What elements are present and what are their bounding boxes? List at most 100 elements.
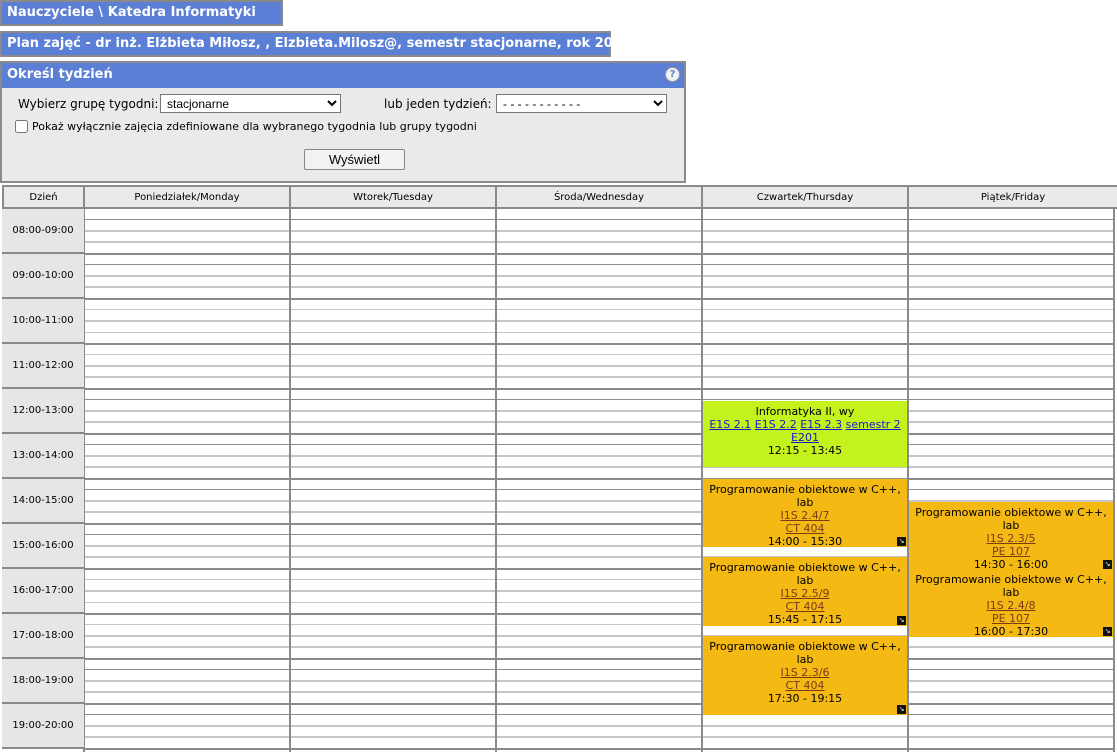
hour-separator xyxy=(497,658,701,660)
hour-separator xyxy=(291,433,495,435)
header-thursday: Czwartek/Thursday xyxy=(701,185,909,209)
group-link[interactable]: I1S 2.3/5 xyxy=(987,532,1036,545)
hour-separator xyxy=(497,388,701,390)
group-link[interactable]: E1S 2.1 xyxy=(709,418,751,431)
hour-separator xyxy=(909,253,1113,255)
hour-separator xyxy=(497,298,701,300)
hour-separator xyxy=(85,388,289,390)
hour-separator xyxy=(497,253,701,255)
time-slot-label: 14:00-15:00 xyxy=(2,479,84,524)
expand-icon[interactable]: ↘ xyxy=(897,537,906,546)
group-link[interactable]: I1S 2.3/6 xyxy=(781,666,830,679)
event-title: Programowanie obiektowe w C++, lab xyxy=(709,640,901,666)
group-link[interactable]: E1S 2.2 xyxy=(755,418,797,431)
hour-separator xyxy=(85,613,289,615)
event-cpp-lab[interactable]: Programowanie obiektowe w C++, lab I1S 2… xyxy=(703,557,907,626)
hour-separator xyxy=(291,523,495,525)
time-slot-label: 12:00-13:00 xyxy=(2,389,84,434)
group-link[interactable]: I1S 2.4/7 xyxy=(781,509,830,522)
time-slot-label: 13:00-14:00 xyxy=(2,434,84,479)
hour-separator xyxy=(703,343,907,345)
timetable: Dzień Poniedziałek/Monday Wtorek/Tuesday… xyxy=(0,185,1117,752)
day-column-friday xyxy=(907,209,1113,752)
event-cpp-lab[interactable]: Programowanie obiektowe w C++, lab I1S 2… xyxy=(909,502,1113,570)
room-link[interactable]: PE 107 xyxy=(992,545,1030,558)
group-link[interactable]: E1S 2.3 xyxy=(800,418,842,431)
hour-separator xyxy=(291,658,495,660)
breadcrumb: Nauczyciele \ Katedra Informatyki xyxy=(0,0,283,26)
hour-separator xyxy=(291,343,495,345)
event-time: 17:30 - 19:15 xyxy=(767,692,843,705)
hour-separator xyxy=(85,568,289,570)
hour-separator xyxy=(85,343,289,345)
expand-icon[interactable]: ↘ xyxy=(897,705,906,714)
room-link[interactable]: CT 404 xyxy=(786,600,825,613)
hour-separator xyxy=(497,613,701,615)
only-defined-checkbox[interactable] xyxy=(15,120,28,133)
hour-separator xyxy=(703,388,907,390)
room-link[interactable]: CT 404 xyxy=(786,679,825,692)
room-link[interactable]: CT 404 xyxy=(786,522,825,535)
panel-title: Określ tydzień xyxy=(7,67,113,82)
hour-separator xyxy=(291,253,495,255)
room-link[interactable]: PE 107 xyxy=(992,612,1030,625)
hour-separator xyxy=(909,388,1113,390)
header-monday: Poniedziałek/Monday xyxy=(83,185,291,209)
show-button[interactable]: Wyświetl xyxy=(304,149,405,170)
hour-separator xyxy=(909,703,1113,705)
time-slot-label: 11:00-12:00 xyxy=(2,344,84,389)
event-title: Informatyka II, wy xyxy=(755,405,855,418)
hour-separator xyxy=(291,478,495,480)
time-slot-label: 17:00-18:00 xyxy=(2,614,84,659)
hour-separator xyxy=(85,748,289,750)
event-cpp-lab[interactable]: Programowanie obiektowe w C++, lab I1S 2… xyxy=(703,636,907,715)
time-slot-label: 10:00-11:00 xyxy=(2,299,84,344)
room-link[interactable]: E201 xyxy=(791,431,819,444)
time-slot-label: 09:00-10:00 xyxy=(2,254,84,299)
panel-header: Określ tydzień ? xyxy=(2,63,684,88)
only-defined-label: Pokaż wyłącznie zajęcia zdefiniowane dla… xyxy=(32,120,477,133)
header-wednesday: Środa/Wednesday xyxy=(495,185,703,209)
hour-separator xyxy=(703,253,907,255)
hour-separator xyxy=(291,298,495,300)
time-slot-label: 19:00-20:00 xyxy=(2,704,84,749)
week-label: lub jeden tydzień: xyxy=(384,97,492,111)
expand-icon[interactable]: ↘ xyxy=(1103,560,1112,569)
event-time: 12:15 - 13:45 xyxy=(767,444,843,457)
week-selector-panel: Określ tydzień ? Wybierz grupę tygodni: … xyxy=(0,61,686,183)
hour-separator xyxy=(85,478,289,480)
hour-separator xyxy=(703,748,907,750)
event-title: Programowanie obiektowe w C++, lab xyxy=(915,573,1107,599)
group-link[interactable]: I1S 2.5/9 xyxy=(781,587,830,600)
hour-separator xyxy=(291,613,495,615)
event-time: 15:45 - 17:15 xyxy=(767,613,843,626)
hour-separator xyxy=(291,703,495,705)
expand-icon[interactable]: ↘ xyxy=(1103,627,1112,636)
help-icon[interactable]: ? xyxy=(665,67,680,82)
time-slot-label: 18:00-19:00 xyxy=(2,659,84,704)
hour-separator xyxy=(497,433,701,435)
hour-separator xyxy=(909,748,1113,750)
hour-separator xyxy=(497,568,701,570)
hour-separator xyxy=(291,568,495,570)
day-column-wednesday xyxy=(495,209,701,752)
group-link[interactable]: I1S 2.4/8 xyxy=(987,599,1036,612)
header-tuesday: Wtorek/Tuesday xyxy=(289,185,497,209)
event-time: 14:00 - 15:30 xyxy=(767,535,843,547)
group-link[interactable]: semestr 2 xyxy=(846,418,901,431)
event-cpp-lab[interactable]: Programowanie obiektowe w C++, lab I1S 2… xyxy=(703,479,907,547)
event-informatyka-ii[interactable]: Informatyka II, wy E1S 2.1 E1S 2.2 E1S 2… xyxy=(703,401,907,467)
event-cpp-lab[interactable]: Programowanie obiektowe w C++, lab I1S 2… xyxy=(909,569,1113,637)
expand-icon[interactable]: ↘ xyxy=(897,616,906,625)
event-title: Programowanie obiektowe w C++, lab xyxy=(915,506,1107,532)
time-slot-label: 08:00-09:00 xyxy=(2,209,84,254)
hour-separator xyxy=(497,478,701,480)
hour-separator xyxy=(703,298,907,300)
hour-separator xyxy=(85,658,289,660)
hour-separator xyxy=(909,478,1113,480)
hour-separator xyxy=(85,253,289,255)
week-group-select[interactable]: stacjonarne xyxy=(160,94,341,113)
single-week-select[interactable]: - - - - - - - - - - - xyxy=(496,94,667,113)
hour-separator xyxy=(291,748,495,750)
hour-separator xyxy=(85,703,289,705)
